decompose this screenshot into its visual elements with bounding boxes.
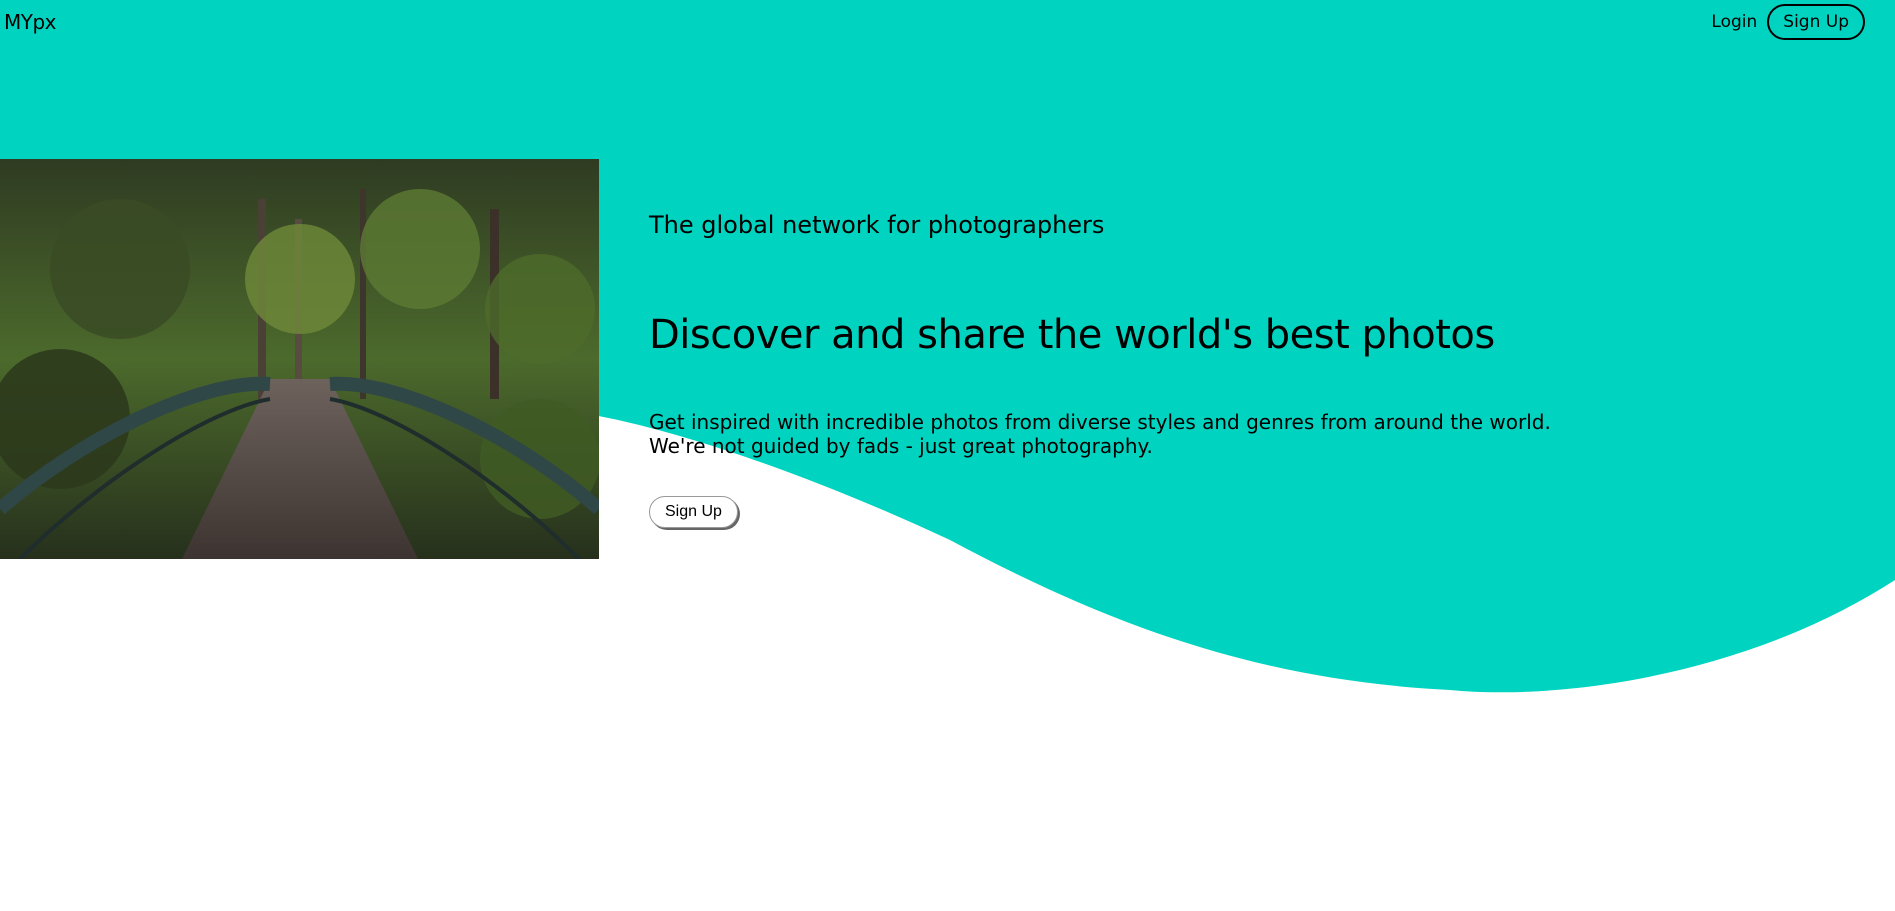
hero-signup-button[interactable]: Sign Up <box>649 496 738 528</box>
hero-tagline: The global network for photographers <box>649 211 1105 239</box>
description-line-2: We're not guided by fads - just great ph… <box>649 434 1153 458</box>
brand-logo[interactable]: MYpx <box>4 10 57 34</box>
description-line-1: Get inspired with incredible photos from… <box>649 410 1551 434</box>
header-signup-button[interactable]: Sign Up <box>1767 4 1865 40</box>
hero-headline: Discover and share the world's best phot… <box>649 312 1495 358</box>
forest-bridge-image <box>0 159 599 559</box>
login-link[interactable]: Login <box>1711 6 1757 38</box>
hero-description: Get inspired with incredible photos from… <box>649 410 1599 458</box>
hero-photo <box>0 159 599 559</box>
landing-page: MYpx Login Sign Up The global network fo… <box>0 0 1895 911</box>
top-nav: Login Sign Up <box>1711 4 1865 40</box>
